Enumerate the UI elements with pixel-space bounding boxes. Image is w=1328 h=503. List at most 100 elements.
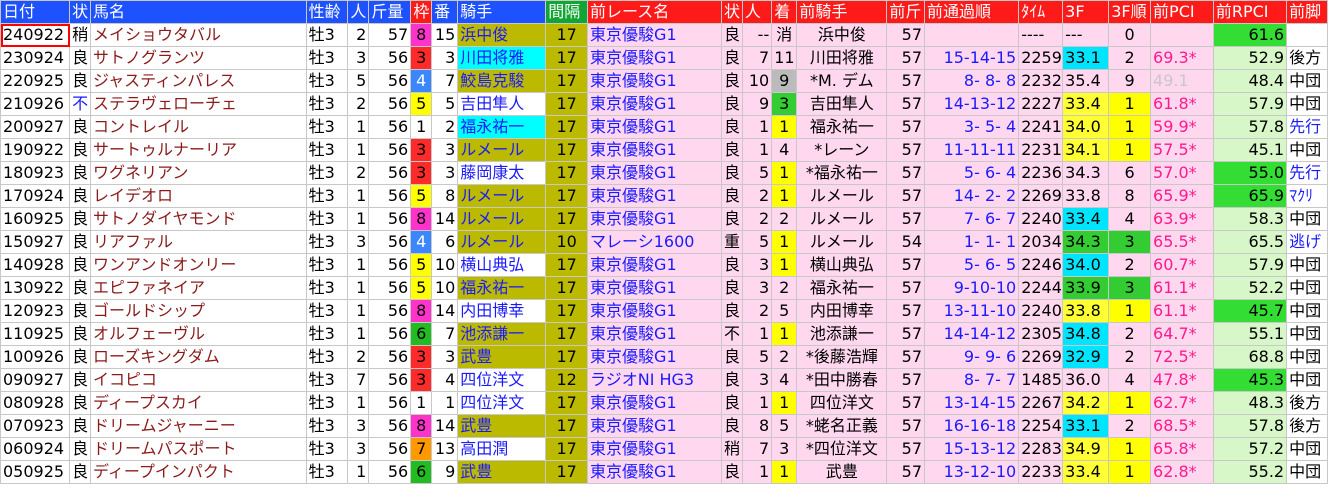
cell-prev-jockey: 内田博幸 <box>796 299 888 323</box>
table-row[interactable]: 170924 良レイデオロ 牡3 1 56 5 8 ルメール 17 東京優駿G1 良 2 1 ルメール 57… <box>0 184 1328 208</box>
cell-prev-race: 東京優駿G1 <box>587 23 722 47</box>
table-row[interactable]: 180923 良ワグネリアン 牡3 2 56 3 3 藤岡康太 17 東京優駿G1 良 5 1 *福永祐一… <box>0 161 1328 185</box>
cell-date: 210926 <box>0 92 71 116</box>
cell-jockey: 高田潤 <box>457 437 547 461</box>
header-row: 日付 状 馬名 性齢 人 斤量 枠 番 騎手 間隔 前レース名 状 人 着 前騎… <box>0 0 1328 24</box>
table-row[interactable]: 080928 良ディープスカイ 牡3 1 56 1 1 四位洋文 17 東京優駿G1 良 1 1 四位洋文… <box>0 391 1328 415</box>
header-prev-pop[interactable]: 人 <box>741 0 773 24</box>
cell-prev-rank: 2 <box>771 345 798 369</box>
cell-3f: 34.8 <box>1062 322 1110 346</box>
cell-3f-rank: 1 <box>1108 391 1152 415</box>
table-row[interactable]: 050925 良ディープインパクト 牡3 1 56 6 9 武豊 17 東京優駿G1 良 1 1 武豊 57… <box>0 460 1328 484</box>
table-row[interactable]: 140928 良ワンアンドオンリー 牡3 1 56 5 10 横山典弘 17 東京優駿G1 良 3 1 横… <box>0 253 1328 277</box>
header-weight[interactable]: 斤量 <box>368 0 412 24</box>
header-prev-style[interactable]: 前脚 <box>1286 0 1328 24</box>
header-prev-cond[interactable]: 状 <box>721 0 743 24</box>
header-interval[interactable]: 間隔 <box>545 0 589 24</box>
header-prev-rank[interactable]: 着 <box>771 0 798 24</box>
cell-3f: 34.3 <box>1062 230 1110 254</box>
cell-jockey: 四位洋文 <box>457 391 547 415</box>
cell-waku: 7 <box>410 437 433 461</box>
cell-time: 2227 <box>1018 92 1064 116</box>
cell-waku: 8 <box>410 23 433 47</box>
header-time[interactable]: ﾀｲﾑ <box>1018 0 1064 24</box>
cell-prev-cond: 良 <box>721 138 743 162</box>
header-cond[interactable]: 状 <box>69 0 91 24</box>
cell-passing: 9- 9- 6 <box>923 345 1020 369</box>
header-prev-jockey[interactable]: 前騎手 <box>796 0 888 24</box>
header-jockey[interactable]: 騎手 <box>457 0 547 24</box>
cell-waku: 4 <box>410 230 433 254</box>
header-number[interactable]: 番 <box>431 0 459 24</box>
cell-waku: 8 <box>410 414 433 438</box>
header-prev-weight[interactable]: 前斤 <box>886 0 925 24</box>
cell-prev-rpci: 57.8 <box>1212 414 1288 438</box>
cell-time: 2254 <box>1018 414 1064 438</box>
cell-3f: 34.3 <box>1062 161 1110 185</box>
cell-popularity: 1 <box>347 299 370 323</box>
table-row[interactable]: 220925 良ジャスティンパレス 牡3 5 56 4 7 鮫島克駿 17 東京優駿G1 良 10 9 *… <box>0 69 1328 93</box>
cell-waku: 1 <box>410 115 433 139</box>
table-row[interactable]: 160925 良サトノダイヤモンド 牡3 1 56 8 14 ルメール 17 東京優駿G1 良 2 2 ル… <box>0 207 1328 231</box>
table-row[interactable]: 100926 良ローズキングダム 牡3 2 56 3 3 武豊 17 東京優駿G1 良 5 2 *後藤浩輝… <box>0 345 1328 369</box>
cell-interval: 17 <box>545 115 589 139</box>
cell-number: 3 <box>431 345 459 369</box>
cell-cond: 良 <box>69 230 91 254</box>
cell-prev-weight: 57 <box>886 322 925 346</box>
cell-prev-rank: 5 <box>771 414 798 438</box>
header-prev-race[interactable]: 前レース名 <box>587 0 722 24</box>
cell-passing: 8- 7- 7 <box>923 368 1020 392</box>
cell-popularity: 1 <box>347 276 370 300</box>
cell-waku: 5 <box>410 92 433 116</box>
header-3f-rank[interactable]: 3F順 <box>1108 0 1152 24</box>
cell-3f-rank: 4 <box>1108 368 1152 392</box>
cell-prev-race: 東京優駿G1 <box>587 391 722 415</box>
header-date[interactable]: 日付 <box>0 0 71 24</box>
table-row[interactable]: 230924 良サトノグランツ 牡3 3 56 3 3 川田将雅 17 東京優駿G1 良 7 11 川田将… <box>0 46 1328 70</box>
header-horse[interactable]: 馬名 <box>89 0 307 24</box>
cell-prev-cond: 稍 <box>721 437 743 461</box>
table-row[interactable]: 200927 良コントレイル 牡3 1 56 1 2 福永祐一 17 東京優駿G1 良 1 1 福永祐一 5… <box>0 115 1328 139</box>
cell-3f-rank: 1 <box>1108 299 1152 323</box>
cell-date: 120923 <box>0 299 71 323</box>
table-row[interactable]: 090927 良イコピコ 牡3 7 56 3 4 四位洋文 12 ラジオNI HG3 良 3 4 *田中勝… <box>0 368 1328 392</box>
cell-horse: サトノダイヤモンド <box>89 207 307 231</box>
header-prev-rpci[interactable]: 前RPCI <box>1212 0 1288 24</box>
header-prev-pci[interactable]: 前PCI <box>1150 0 1214 24</box>
cell-prev-style: 逃げ <box>1286 230 1328 254</box>
cell-prev-weight: 57 <box>886 184 925 208</box>
cell-interval: 10 <box>545 230 589 254</box>
header-passing[interactable]: 前通過順 <box>923 0 1020 24</box>
cell-popularity: 3 <box>347 437 370 461</box>
table-row[interactable]: 210926 不ステラヴェローチェ 牡3 2 56 5 5 吉田隼人 17 東京優駿G1 良 9 3 吉田… <box>0 92 1328 116</box>
header-waku[interactable]: 枠 <box>410 0 433 24</box>
header-sex-age[interactable]: 性齢 <box>305 0 349 24</box>
cell-prev-cond: 良 <box>721 161 743 185</box>
header-popularity[interactable]: 人 <box>347 0 370 24</box>
cell-prev-style: 後方 <box>1286 414 1328 438</box>
cell-cond: 良 <box>69 322 91 346</box>
table-row[interactable]: 130922 良エピファネイア 牡3 1 56 5 10 福永祐一 17 東京優駿G1 良 3 2 福永祐… <box>0 276 1328 300</box>
cell-jockey: 福永祐一 <box>457 115 547 139</box>
table-row[interactable]: 060924 良ドリームパスポート 牡3 3 56 7 13 高田潤 17 東京優駿G1 稍 7 3 *四… <box>0 437 1328 461</box>
cell-weight: 56 <box>368 368 412 392</box>
table-row[interactable]: 120923 良ゴールドシップ 牡3 1 56 8 14 内田博幸 17 東京優駿G1 良 2 5 内田博… <box>0 299 1328 323</box>
cell-sex-age: 牡3 <box>305 460 349 484</box>
cell-interval: 17 <box>545 414 589 438</box>
cell-date: 200927 <box>0 115 71 139</box>
header-3f[interactable]: 3F <box>1062 0 1110 24</box>
cell-passing: 13-14-15 <box>923 391 1020 415</box>
cell-prev-race: ラジオNI HG3 <box>587 368 722 392</box>
table-row[interactable]: 150927 良リアファル 牡3 3 56 4 6 ルメール 10 マレーシ1600 重 5 1 ルメール… <box>0 230 1328 254</box>
cell-prev-jockey: *M. デム <box>796 69 888 93</box>
table-row[interactable]: 110925 良オルフェーヴル 牡3 1 56 6 7 池添謙一 17 東京優駿G1 不 1 1 池添謙一… <box>0 322 1328 346</box>
cell-cond: 良 <box>69 299 91 323</box>
table-row[interactable]: 240922 稍メイショウタバル 牡3 2 57 8 15 浜中俊 17 東京優駿G1 良 -- 消浜中… <box>0 23 1328 47</box>
cell-prev-style: 中団 <box>1286 299 1328 323</box>
table-row[interactable]: 070923 良ドリームジャーニー 牡3 3 56 8 14 武豊 17 東京優駿G1 良 8 5 *蛯名… <box>0 414 1328 438</box>
cell-3f: 35.4 <box>1062 69 1110 93</box>
cell-date: 150927 <box>0 230 71 254</box>
table-row[interactable]: 190922 良サートゥルナーリア 牡3 1 56 3 3 ルメール 17 東京優駿G1 良 1 4 *レ… <box>0 138 1328 162</box>
cell-passing: 13-11-10 <box>923 299 1020 323</box>
cell-prev-jockey: 横山典弘 <box>796 253 888 277</box>
